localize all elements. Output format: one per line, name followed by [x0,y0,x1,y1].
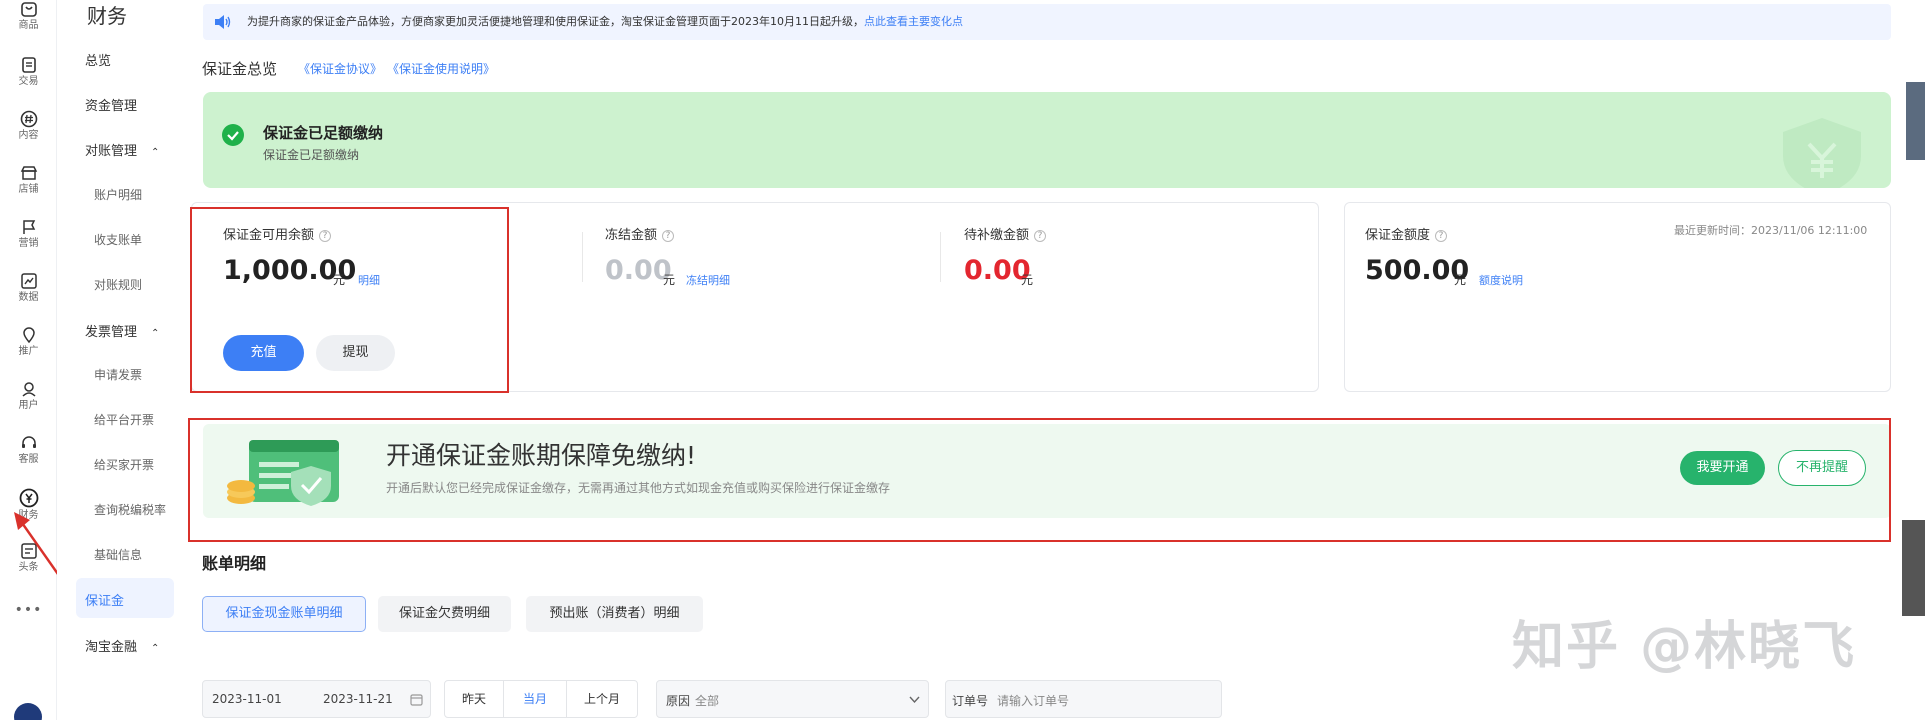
nav-overview[interactable]: 总览 [85,50,111,69]
chevron-up-icon: ⌃ [151,147,160,158]
reason-label: 原因 [666,694,691,708]
edge-thumbnail [1902,520,1925,616]
bill-title: 账单明细 [202,554,267,573]
nav-income-bill[interactable]: 收支账单 [94,231,142,248]
frozen-amount-value: 0.00 [605,255,672,286]
chevron-up-icon: ⌃ [151,643,160,654]
nav-taobao-finance[interactable]: 淘宝金融 ⌃ [85,636,159,655]
nav-apply-invoice[interactable]: 申请发票 [94,366,142,383]
quota-label-text: 保证金额度 [1365,228,1431,243]
tab-arrears[interactable]: 保证金欠费明细 [378,596,511,632]
chevron-down-icon [909,696,920,704]
tab-cash-bill[interactable]: 保证金现金账单明细 [202,596,366,632]
date-range-picker[interactable]: 2023-11-01 2023-11-21 [202,680,431,718]
date-start: 2023-11-01 [212,692,282,706]
nav-buyer-invoice[interactable]: 给买家开票 [94,456,154,473]
divider [582,232,583,282]
status-title: 保证金已足额缴纳 [263,124,384,142]
nav-platform-invoice[interactable]: 给平台开票 [94,411,154,428]
notice-bar: 为提升商家的保证金产品体验，方便商家更加灵活便捷地管理和使用保证金，淘宝保证金管… [203,4,1891,40]
nav-reconcile-label: 对账管理 [85,144,138,159]
speaker-icon [215,15,231,29]
watermark: 知乎 @林晓飞 [1512,617,1857,677]
pending-amount-unit: 元 [1021,273,1034,287]
frozen-detail-link[interactable]: 冻结明细 [686,272,730,288]
deposit-status-banner: 保证金已足额缴纳 保证金已足额缴纳 [203,92,1891,188]
more-icon[interactable]: ••• [0,602,57,618]
help-icon[interactable]: ? [662,229,675,242]
frozen-amount-unit: 元 [663,273,676,287]
nav-invoice[interactable]: 发票管理 ⌃ [85,321,159,340]
nav-reconcile-rules[interactable]: 对账规则 [94,276,142,293]
frozen-amount-label-text: 冻结金额 [605,228,658,243]
check-circle-icon [222,124,244,146]
avatar[interactable] [14,703,42,720]
frozen-amount-label: 冻结金额? [605,224,675,243]
help-icon[interactable]: ? [1435,229,1448,242]
quota-explain-link[interactable]: 额度说明 [1479,272,1523,288]
range-yesterday[interactable]: 昨天 [444,680,504,718]
subnav-title: 财务 [87,4,127,28]
update-time: 最近更新时间：2023/11/06 12:11:00 [1674,224,1868,237]
quota-label: 保证金额度? [1365,224,1448,243]
reason-select[interactable]: 原因 全部 [656,680,929,718]
order-number-field[interactable]: 订单号 请输入订单号 [945,680,1222,718]
nav-account-detail[interactable]: 账户明细 [94,186,142,203]
nav-basic-info[interactable]: 基础信息 [94,546,142,563]
pending-amount-label: 待补缴金额? [964,224,1047,243]
help-icon[interactable]: ? [1034,229,1047,242]
order-input-placeholder[interactable]: 请输入订单号 [997,692,1069,709]
edge-thumbnail [1906,82,1925,160]
highlight-box [190,207,509,393]
nav-tax-query[interactable]: 查询税编税率 [94,501,166,518]
calendar-icon [410,694,423,706]
yuan-shield-icon [1783,118,1861,188]
nav-invoice-label: 发票管理 [85,325,138,340]
overview-title: 保证金总览 [202,60,278,78]
nav-funds[interactable]: 资金管理 [85,95,137,114]
order-label: 订单号 [952,694,989,708]
date-end: 2023-11-21 [323,692,393,706]
pending-amount-label-text: 待补缴金额 [964,228,1030,243]
nav-reconcile[interactable]: 对账管理 ⌃ [85,140,159,159]
page-root: 商品 交易 内容 店铺 营销 数据 推广 用户 客服 财务 头条 ••• 财务 … [0,0,1925,720]
agreement-link[interactable]: 《保证金协议》 [298,60,382,77]
guide-link[interactable]: 《保证金使用说明》 [387,60,495,77]
nav-taobao-finance-label: 淘宝金融 [85,640,138,655]
chevron-up-icon: ⌃ [151,328,160,339]
quota-unit: 元 [1454,273,1467,287]
status-subtitle: 保证金已足额缴纳 [263,148,360,162]
notice-link[interactable]: 点此查看主要变化点 [864,15,963,28]
tab-pre-bill[interactable]: 预出账（消费者）明细 [526,596,703,632]
range-this-month[interactable]: 当月 [503,680,567,718]
nav-deposit[interactable]: 保证金 [85,590,124,609]
divider [940,232,941,282]
notice-text: 为提升商家的保证金产品体验，方便商家更加灵活便捷地管理和使用保证金，淘宝保证金管… [247,15,864,28]
range-last-month[interactable]: 上个月 [566,680,638,718]
highlight-box [188,418,1891,542]
reason-value: 全部 [695,694,720,708]
